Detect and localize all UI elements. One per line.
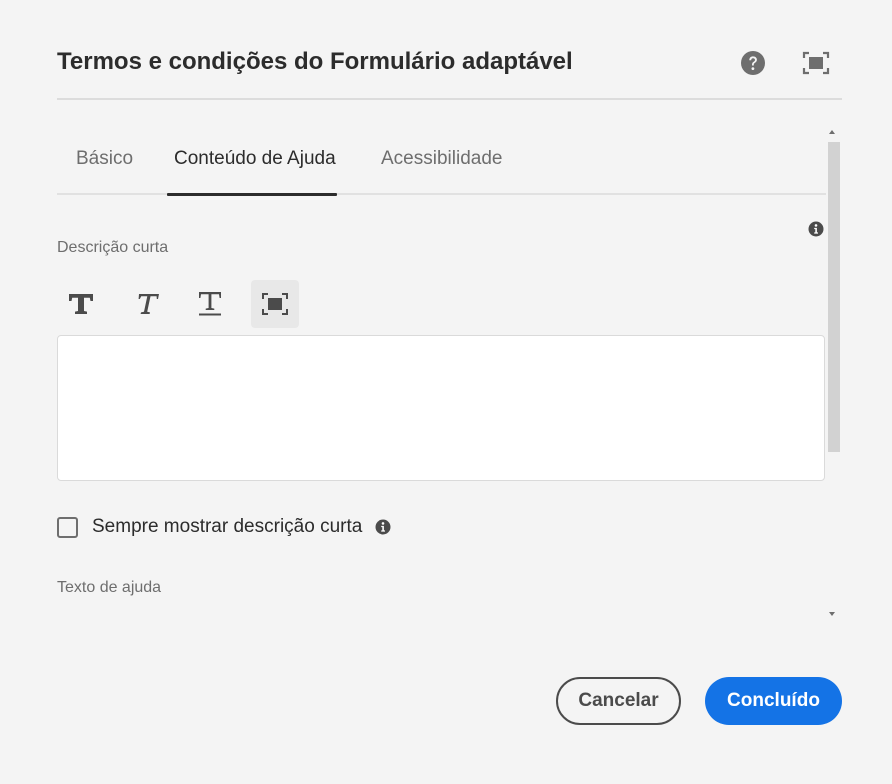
- tab-basico[interactable]: Básico: [76, 148, 133, 170]
- always-show-info-button[interactable]: [375, 519, 391, 535]
- header-divider: [57, 98, 842, 100]
- tab-list: Básico Conteúdo de Ajuda Acessibilidade: [57, 124, 826, 196]
- rich-text-toolbar: [57, 280, 317, 328]
- underline-icon: [199, 292, 221, 316]
- always-show-label[interactable]: Sempre mostrar descrição curta: [92, 516, 362, 538]
- short-description-label: Descrição curta: [57, 239, 169, 256]
- short-description-editor[interactable]: [57, 335, 825, 481]
- always-show-checkbox[interactable]: [57, 516, 78, 538]
- active-tab-indicator: [167, 193, 337, 196]
- bold-button[interactable]: [57, 280, 105, 328]
- help-icon: [741, 51, 765, 75]
- expand-editor-button[interactable]: [251, 280, 299, 328]
- dialog-title: Termos e condições do Formulário adaptáv…: [57, 48, 573, 75]
- fullscreen-button[interactable]: [802, 50, 830, 76]
- underline-button[interactable]: [186, 280, 234, 328]
- info-icon: [375, 519, 391, 535]
- info-icon[interactable]: [808, 221, 824, 237]
- help-button[interactable]: [740, 50, 766, 76]
- always-show-row: Sempre mostrar descrição curta: [57, 516, 391, 538]
- cancel-button[interactable]: Cancelar: [556, 677, 681, 725]
- scroll-down-arrow-icon[interactable]: [829, 612, 835, 616]
- scrollbar-thumb[interactable]: [828, 142, 840, 452]
- italic-button[interactable]: [122, 280, 170, 328]
- italic-icon: [138, 294, 159, 314]
- fullscreen-icon: [802, 51, 830, 75]
- bold-icon: [69, 294, 93, 314]
- expand-icon: [262, 293, 288, 315]
- dialog-content[interactable]: Básico Conteúdo de Ajuda Acessibilidade …: [57, 124, 842, 622]
- done-button[interactable]: Concluído: [705, 677, 842, 725]
- scroll-up-arrow-icon[interactable]: [829, 130, 835, 134]
- tab-acessibilidade[interactable]: Acessibilidade: [381, 148, 502, 170]
- tab-conteudo-de-ajuda[interactable]: Conteúdo de Ajuda: [174, 148, 336, 170]
- help-text-label: Texto de ajuda: [57, 579, 162, 596]
